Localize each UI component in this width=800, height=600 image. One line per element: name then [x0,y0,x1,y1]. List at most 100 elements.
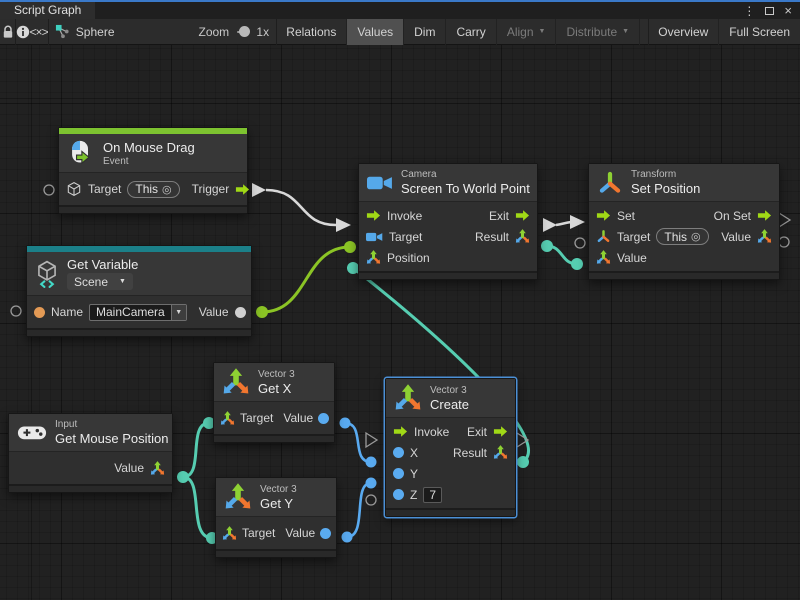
node-category: Vector 3 [258,369,295,380]
node-footer [589,271,779,279]
full-screen-button[interactable]: Full Screen [719,19,800,45]
node-category: Vector 3 [430,385,469,396]
this-object-selector[interactable]: This ◎ [127,181,179,198]
node-screen-to-world-point[interactable]: Camera Screen To World Point Invoke Exit… [358,163,538,280]
port-label-invoke: Invoke [387,209,422,223]
port-label-invoke: Invoke [414,425,449,439]
port-label-z: Z [410,488,417,502]
port-y-input[interactable] [393,468,404,479]
node-set-position[interactable]: Transform Set Position Set On Set Target… [588,163,780,280]
caret-down-icon: ▼ [119,278,126,285]
control-input-arrow-icon[interactable] [596,208,611,223]
port-label-value-out: Value [721,230,751,244]
node-footer [214,434,334,442]
node-title: Screen To World Point [401,181,528,196]
zoom-slider-handle[interactable] [239,26,250,37]
vector3-port-icon[interactable] [150,461,165,476]
vector3-port-icon[interactable] [220,411,235,426]
vector3-port-icon[interactable] [222,526,237,541]
port-label-x: X [410,446,418,460]
vector3-port-icon[interactable] [493,445,508,460]
distribute-button[interactable]: Distribute▼ [556,19,640,45]
values-button[interactable]: Values [347,19,404,45]
close-icon[interactable]: × [784,4,792,17]
node-title: Get Y [260,496,297,511]
port-value-output[interactable] [320,528,331,539]
node-title: Get Variable [67,257,138,272]
control-input-arrow-icon[interactable] [393,424,408,439]
vector3-port-icon[interactable] [515,229,530,244]
port-z-input[interactable] [393,489,404,500]
node-footer [386,508,515,516]
gamepad-icon [17,423,47,442]
control-output-arrow-icon[interactable] [493,424,508,439]
port-label-result: Result [475,230,509,244]
transform-port-icon[interactable] [596,229,611,244]
vector3-port-icon[interactable] [757,229,772,244]
node-get-x[interactable]: Vector 3 Get X Target Value [213,362,335,443]
port-value-output[interactable] [318,413,329,424]
node-get-y[interactable]: Vector 3 Get Y Target Value [215,477,337,558]
mouse-drag-icon [67,139,95,167]
graph-breadcrumb[interactable]: Sphere [76,25,115,39]
port-label-name: Name [51,305,83,319]
align-button[interactable]: Align▼ [497,19,557,45]
relations-button[interactable]: Relations [276,19,347,45]
variable-name-value: MainCamera [90,305,171,320]
lock-button[interactable] [0,19,15,45]
scope-label: Scene [74,275,108,289]
node-subtitle: Event [103,156,195,167]
node-vector3-create[interactable]: Vector 3 Create Invoke Exit X Result [385,378,516,517]
graph-toolbar: <×> Sphere Zoom 1x Relations Values Dim … [0,19,800,45]
node-get-variable[interactable]: Get Variable Scene ▼ Name MainCamera ▼ V… [26,245,252,337]
carry-button[interactable]: Carry [446,19,496,45]
port-label-value: Value [114,461,144,475]
camera-port-icon[interactable] [366,231,383,243]
vector3-port-icon[interactable] [366,250,381,265]
port-x-input[interactable] [393,447,404,458]
control-input-arrow-icon[interactable] [366,208,381,223]
tab-script-graph[interactable]: Script Graph [0,2,95,19]
node-on-mouse-drag[interactable]: On Mouse Drag Event Target This ◎ Trigge… [58,127,248,214]
node-category: Camera [401,169,528,180]
node-footer [216,549,336,557]
zoom-slider[interactable] [237,31,245,33]
node-footer [359,271,537,279]
node-category: Vector 3 [260,484,297,495]
node-category: Input [55,419,163,430]
object-picker-icon[interactable]: ◎ [162,183,172,196]
dim-button[interactable]: Dim [404,19,446,45]
node-title: On Mouse Drag [103,140,195,155]
z-value-field[interactable]: 7 [423,487,442,503]
window-menu-icon[interactable]: ⋮ [743,5,755,17]
port-label-target: Target [389,230,422,244]
node-footer [9,484,172,492]
overview-button[interactable]: Overview [648,19,719,45]
port-label-value-in: Value [617,251,647,265]
cube-icon[interactable] [66,181,82,197]
control-output-arrow-icon[interactable] [235,182,250,197]
script-graph-window: Script Graph ⋮ × <×> Sphere Zoom 1x Rela… [0,0,800,600]
port-label-set: Set [617,209,635,223]
this-object-selector[interactable]: This ◎ [656,228,708,245]
info-button[interactable] [16,19,30,45]
maximize-icon[interactable] [765,7,774,15]
object-picker-icon[interactable]: ◎ [691,230,701,243]
control-output-arrow-icon[interactable] [515,208,530,223]
node-footer [59,205,247,213]
vector3-port-icon[interactable] [596,250,611,265]
port-label-target: Target [242,526,275,540]
port-value-output[interactable] [235,307,246,318]
node-get-mouse-position[interactable]: Input Get Mouse Position Value [8,413,173,493]
port-label-position: Position [387,251,430,265]
code-x-button[interactable]: <×> [30,19,48,45]
control-output-arrow-icon[interactable] [757,208,772,223]
variable-name-field[interactable]: MainCamera ▼ [89,304,187,321]
node-title: Get X [258,381,295,396]
port-name-input[interactable] [34,307,45,318]
port-label-target: Target [617,230,650,244]
port-label-target: Target [240,411,273,425]
vector3-icon [394,384,422,412]
port-label-on-set: On Set [714,209,751,223]
variable-scope-dropdown[interactable]: Scene ▼ [67,273,133,290]
